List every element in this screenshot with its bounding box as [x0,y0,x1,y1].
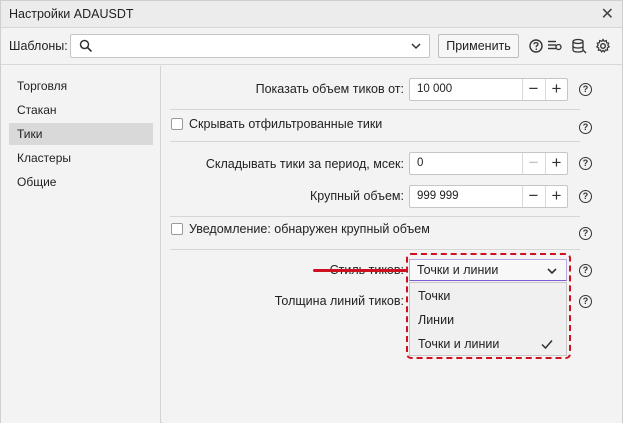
decrement-button[interactable]: − [522,79,544,100]
dropdown-option-label: Точки и линии [418,337,500,351]
checkmark-icon [541,340,553,350]
show-volume-label: Показать объем тиков от: [255,82,404,96]
close-icon[interactable]: ✕ [601,4,614,24]
dropdown-option-dots[interactable]: Точки [410,284,566,308]
sidebar-item-trading[interactable]: Торговля [9,75,153,97]
settings-content: Показать объем тиков от: 10 000 − + ? Ск… [162,66,622,423]
decrement-button[interactable]: − [522,153,544,174]
chevron-down-icon [547,268,557,275]
increment-button[interactable]: + [545,153,567,174]
sidebar-item-ticks[interactable]: Тики [9,123,153,145]
help-icon[interactable]: ? [579,83,592,96]
window-title: Настройки ADAUSDT [9,7,134,21]
line-width-label: Толщина линий тиков: [274,294,404,308]
sidebar-item-clusters[interactable]: Кластеры [9,147,153,169]
templates-select[interactable] [70,34,430,58]
annotation-underline [313,269,407,272]
large-volume-value: 999 999 [417,190,459,202]
divider [170,109,580,110]
fold-ticks-label: Складывать тики за период, мсек: [205,157,404,171]
large-volume-label: Крупный объем: [310,189,404,203]
gear-icon[interactable] [595,38,611,54]
tick-style-dropdown: Точки Линии Точки и линии [409,282,567,356]
help-icon[interactable] [528,38,544,54]
decrement-button[interactable]: − [522,186,544,207]
fold-ticks-value: 0 [417,157,424,169]
notify-large-label: Уведомление: обнаружен крупный объем [189,222,430,236]
large-volume-stepper[interactable]: 999 999 − + [409,185,568,208]
increment-button[interactable]: + [545,186,567,207]
settings-window: Настройки ADAUSDT ✕ Шаблоны: Применить Т… [0,0,623,423]
divider [170,216,580,217]
templates-toolbar: Шаблоны: Применить [1,29,622,65]
notify-large-checkbox[interactable] [171,223,183,235]
help-icon[interactable]: ? [579,190,592,203]
hide-filtered-checkbox[interactable] [171,118,183,130]
sidebar-item-orderbook[interactable]: Стакан [9,99,153,121]
list-icon[interactable] [546,38,562,54]
increment-button[interactable]: + [545,79,567,100]
database-icon[interactable] [571,38,587,54]
help-icon[interactable]: ? [579,295,592,308]
fold-ticks-stepper[interactable]: 0 − + [409,152,568,175]
hide-filtered-label: Скрывать отфильтрованные тики [189,117,383,131]
show-volume-stepper[interactable]: 10 000 − + [409,78,568,101]
templates-label: Шаблоны: [9,39,68,53]
search-icon [79,39,93,53]
title-bar: Настройки ADAUSDT ✕ [1,1,622,28]
dropdown-option-dots-and-lines[interactable]: Точки и линии [410,332,566,356]
tick-style-select[interactable]: Точки и линии [409,259,567,281]
divider [170,249,580,250]
help-icon[interactable]: ? [579,227,592,240]
divider [170,141,580,142]
dropdown-option-lines[interactable]: Линии [410,308,566,332]
tick-style-value: Точки и линии [417,263,499,277]
help-icon[interactable]: ? [579,264,592,277]
help-icon[interactable]: ? [579,157,592,170]
sidebar-item-general[interactable]: Общие [9,171,153,193]
settings-sidebar: Торговля Стакан Тики Кластеры Общие [1,66,161,423]
chevron-down-icon [411,43,421,50]
show-volume-value: 10 000 [417,83,453,95]
help-icon[interactable]: ? [579,121,592,134]
apply-button[interactable]: Применить [438,34,519,58]
